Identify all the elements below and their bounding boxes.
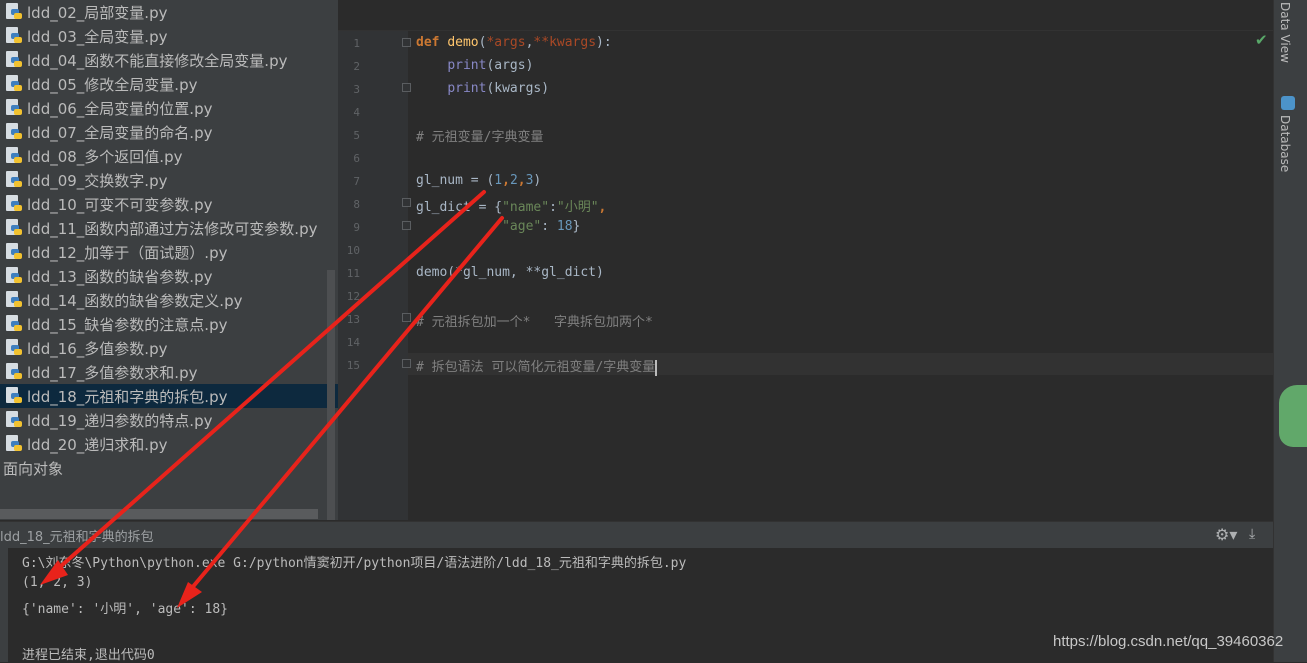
arrowhead-dict: [177, 582, 202, 608]
arrow-line-dict: [184, 216, 504, 597]
annotation-arrows: [40, 190, 504, 608]
arrow-line-tuple: [50, 190, 486, 576]
